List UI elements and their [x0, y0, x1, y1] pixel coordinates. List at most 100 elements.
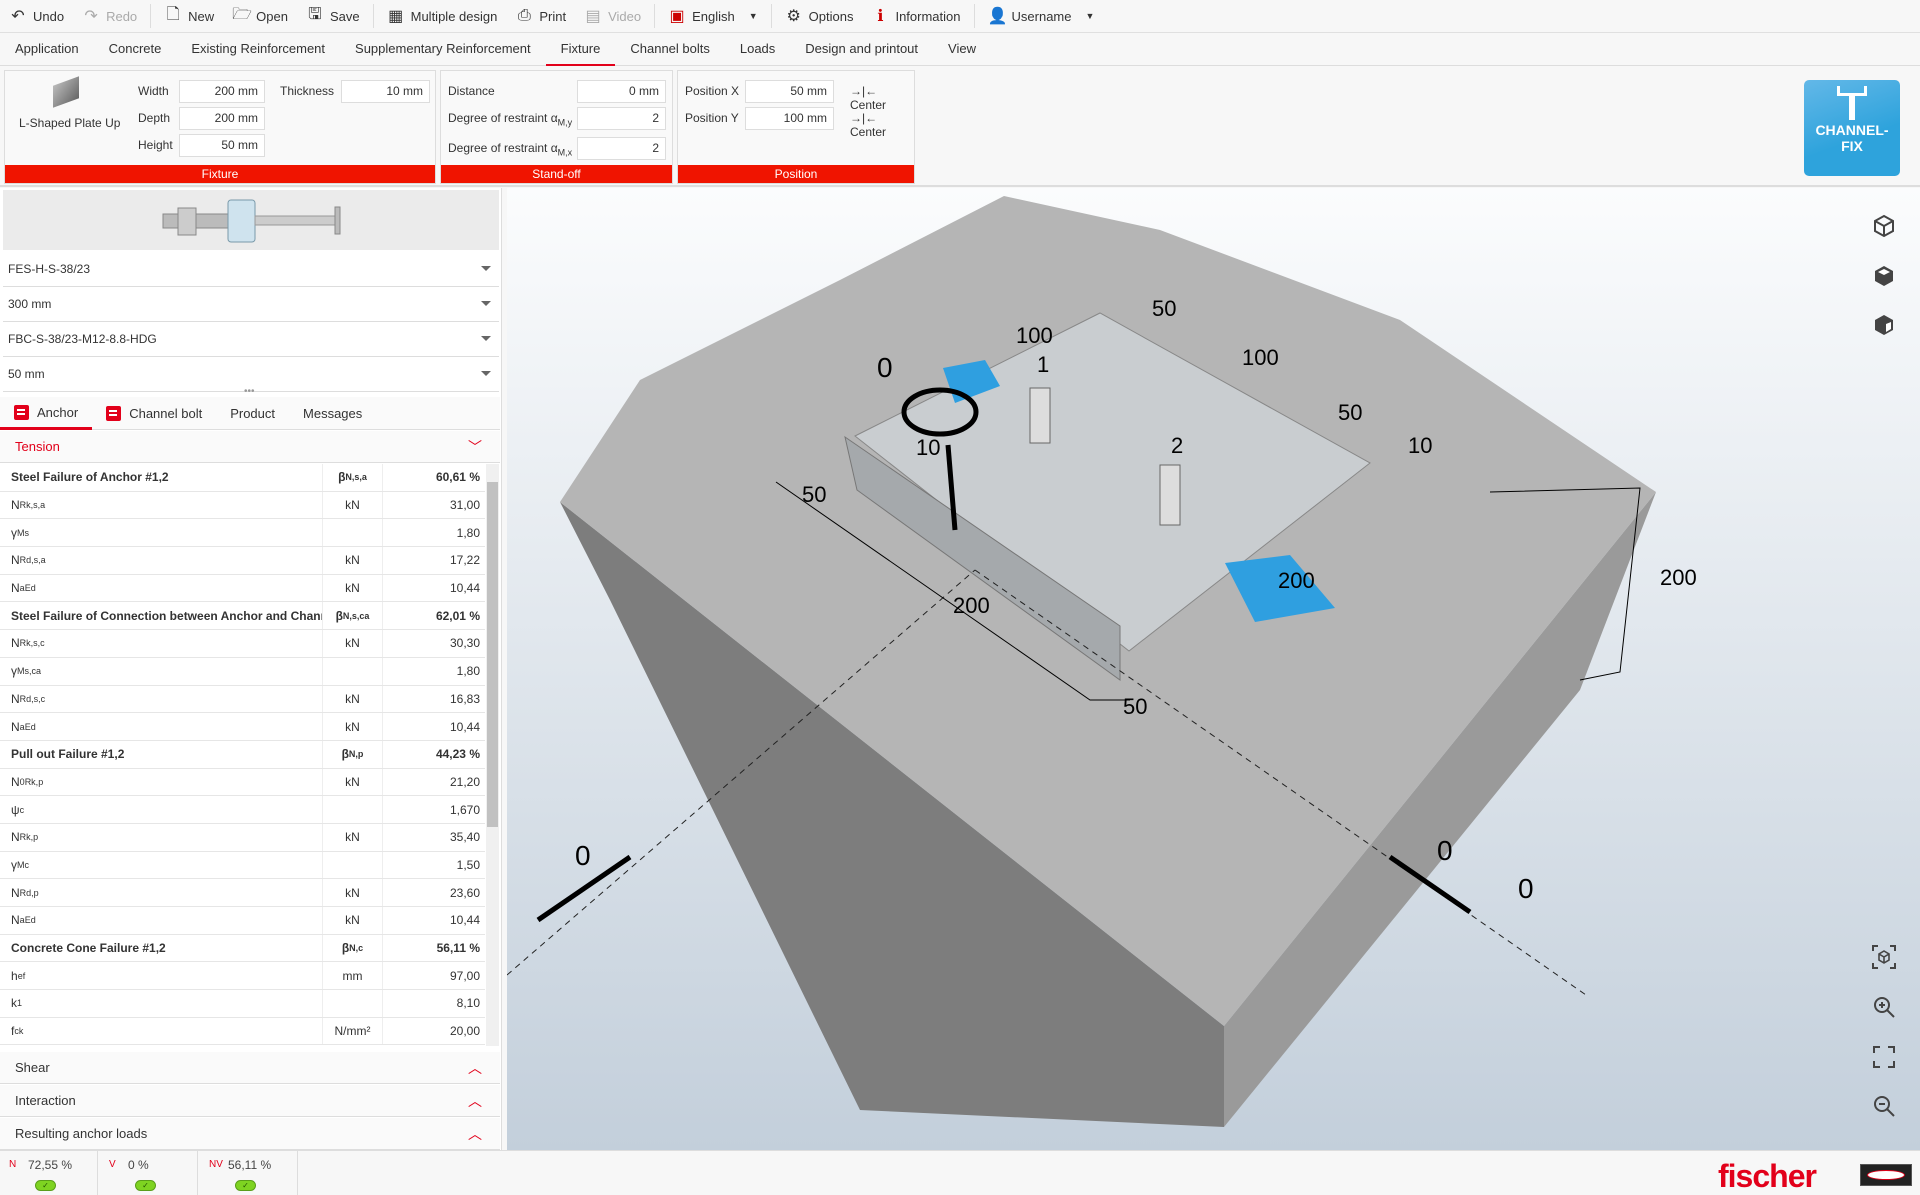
tab-design-and-printout[interactable]: Design and printout	[790, 33, 933, 66]
tab-channel-bolts[interactable]: Channel bolts	[615, 33, 725, 66]
row-label: h ef	[0, 962, 323, 990]
row-value: 10,44	[449, 719, 480, 734]
standoff-group-title: Stand-off	[441, 165, 672, 183]
tab-existing-reinforcement[interactable]: Existing Reinforcement	[176, 33, 340, 66]
table-row: N Rd,s,a kN 17,22	[0, 547, 485, 575]
load-n-icon: N	[9, 1159, 17, 1170]
check-ok-icon: ✓	[35, 1180, 56, 1191]
view-3d-wireframe-icon[interactable]	[1872, 214, 1896, 238]
tab-fixture[interactable]: Fixture	[545, 33, 616, 66]
row-value: 44,23 %	[435, 747, 480, 762]
dimension-label: 1	[1037, 352, 1049, 377]
row-unit: kN	[323, 630, 383, 657]
result-tab-messages[interactable]: Messages	[289, 397, 376, 430]
splitter-handle[interactable]: •••	[244, 386, 255, 397]
result-tab-product[interactable]: Product	[216, 397, 289, 430]
product-select-1[interactable]: FES-H-S-38/23	[3, 252, 499, 287]
chevron-up-icon: ︿	[468, 1093, 482, 1109]
tension-section-header[interactable]: Tension ﹀	[0, 431, 500, 463]
result-tab-anchor[interactable]: Anchor	[0, 397, 93, 430]
view-side-icon[interactable]	[1872, 313, 1896, 337]
divider	[372, 4, 374, 28]
thickness-input[interactable]: 10 mm	[341, 80, 430, 103]
tension-results-table: Steel Failure of Anchor #1,2 β N,s,a 60,61 …	[0, 464, 485, 1046]
zoom-in-icon[interactable]	[1872, 995, 1896, 1019]
language-select[interactable]: ▣ English ▼	[659, 0, 767, 33]
tab-concrete[interactable]: Concrete	[94, 33, 177, 66]
position-y-label: Position Y	[685, 111, 739, 125]
dimension-label: 200	[1660, 565, 1697, 590]
table-row: N Rk,p kN 35,40	[0, 823, 485, 852]
3d-viewport[interactable]: 0 100 50 100 50 10 1 2 10 50 200 200 50 200 0 0 0	[507, 188, 1920, 1150]
restraint-y-input[interactable]: 2	[577, 107, 666, 130]
section-resulting-anchor-loads[interactable]: Resulting anchor loads ︿	[0, 1118, 500, 1150]
fullscreen-icon[interactable]	[1872, 1045, 1896, 1069]
print-button[interactable]: ⎙ Print	[506, 0, 575, 33]
row-label: N Rd,s,a	[0, 547, 323, 574]
tab-view[interactable]: View	[933, 33, 991, 66]
undo-button[interactable]: ↶ Undo	[0, 0, 73, 33]
row-value: 10,44	[449, 913, 480, 928]
information-button[interactable]: ℹ Information	[862, 0, 969, 33]
depth-input[interactable]: 200 mm	[179, 107, 265, 130]
chevron-down-icon: ﹀	[468, 439, 482, 455]
product-select-2[interactable]: 300 mm	[3, 287, 499, 322]
failure-mode-row: Pull out Failure #1,2 β N,p 44,23 %	[0, 740, 485, 769]
standoff-group: Distance 0 mm Degree of restraint αM,y 2…	[440, 70, 673, 184]
table-scrollbar[interactable]	[486, 464, 499, 1046]
open-button[interactable]: 🗁 Open	[223, 0, 297, 33]
distance-input[interactable]: 0 mm	[577, 80, 666, 103]
multiple-design-button[interactable]: ▦ Multiple design	[378, 0, 507, 33]
restraint-x-input[interactable]: 2	[577, 137, 666, 160]
center-x-button[interactable]: →|← Center	[850, 84, 914, 112]
row-value: 62,01 %	[435, 608, 480, 623]
row-label: k1	[0, 990, 323, 1017]
row-value: 23,60	[449, 885, 480, 900]
section-shear[interactable]: Shear ︿	[0, 1052, 500, 1084]
check-ok-icon: ✓	[235, 1180, 256, 1191]
row-value: 56,11 %	[436, 941, 480, 956]
tab-loads[interactable]: Loads	[725, 33, 790, 66]
row-value: 1,50	[456, 857, 480, 872]
center-y-button[interactable]: →|← Center	[850, 111, 914, 139]
print-icon: ⎙	[517, 7, 531, 24]
row-label: N Rd,p	[0, 879, 323, 906]
table-row: γ Ms,ca 1,80	[0, 657, 485, 686]
caret-down-icon	[481, 266, 491, 271]
width-input[interactable]: 200 mm	[179, 80, 265, 103]
new-button[interactable]: 🗋 New	[155, 0, 223, 33]
product-select-3[interactable]: FBC-S-38/23-M12-8.8-HDG	[3, 322, 499, 357]
scrollbar-thumb[interactable]	[487, 482, 498, 827]
position-x-input[interactable]: 50 mm	[745, 80, 834, 103]
video-button[interactable]: ▤ Video	[575, 0, 650, 33]
height-input[interactable]: 50 mm	[179, 134, 265, 157]
redo-button[interactable]: ↷ Redo	[73, 0, 146, 33]
3d-scene[interactable]: 0 100 50 100 50 10 1 2 10 50 200 200 50 200 0 0 0	[507, 188, 1920, 1150]
options-button[interactable]: ⚙ Options	[776, 0, 863, 33]
row-label: Steel Failure of Connection between Anch…	[0, 602, 323, 630]
zoom-out-icon[interactable]	[1872, 1094, 1896, 1118]
fit-view-icon[interactable]	[1872, 945, 1896, 969]
result-tab-channel-bolt[interactable]: Channel bolt	[92, 397, 216, 430]
view-top-icon[interactable]	[1872, 264, 1896, 288]
main-tabs: Application Concrete Existing Reinforcemen…	[0, 33, 1920, 66]
row-value: 30,30	[449, 636, 480, 651]
user-menu[interactable]: 👤 Username ▼	[979, 0, 1104, 33]
position-y-input[interactable]: 100 mm	[745, 107, 834, 130]
fixture-type[interactable]: L-Shaped Plate Up	[19, 116, 120, 130]
row-unit: kN	[323, 685, 383, 713]
row-unit: kN	[323, 907, 383, 934]
table-row: N 0 Rk,p kN 21,20	[0, 768, 485, 797]
section-interaction[interactable]: Interaction ︿	[0, 1085, 500, 1117]
row-label: N Rd,s,c	[0, 685, 323, 713]
tab-supplementary-reinforcement[interactable]: Supplementary Reinforcement	[340, 33, 546, 66]
product-image	[3, 190, 499, 250]
table-row: γ Ms 1,80	[0, 519, 485, 548]
dimension-label: 0	[877, 352, 893, 383]
tab-application[interactable]: Application	[0, 33, 94, 66]
dimension-label: 200	[953, 593, 990, 618]
row-label: N Rk,p	[0, 823, 323, 851]
save-button[interactable]: 🖫 Save	[297, 0, 369, 33]
save-icon: 🖫	[308, 5, 322, 23]
channel-fix-button[interactable]: CHANNEL- FIX	[1804, 80, 1900, 176]
